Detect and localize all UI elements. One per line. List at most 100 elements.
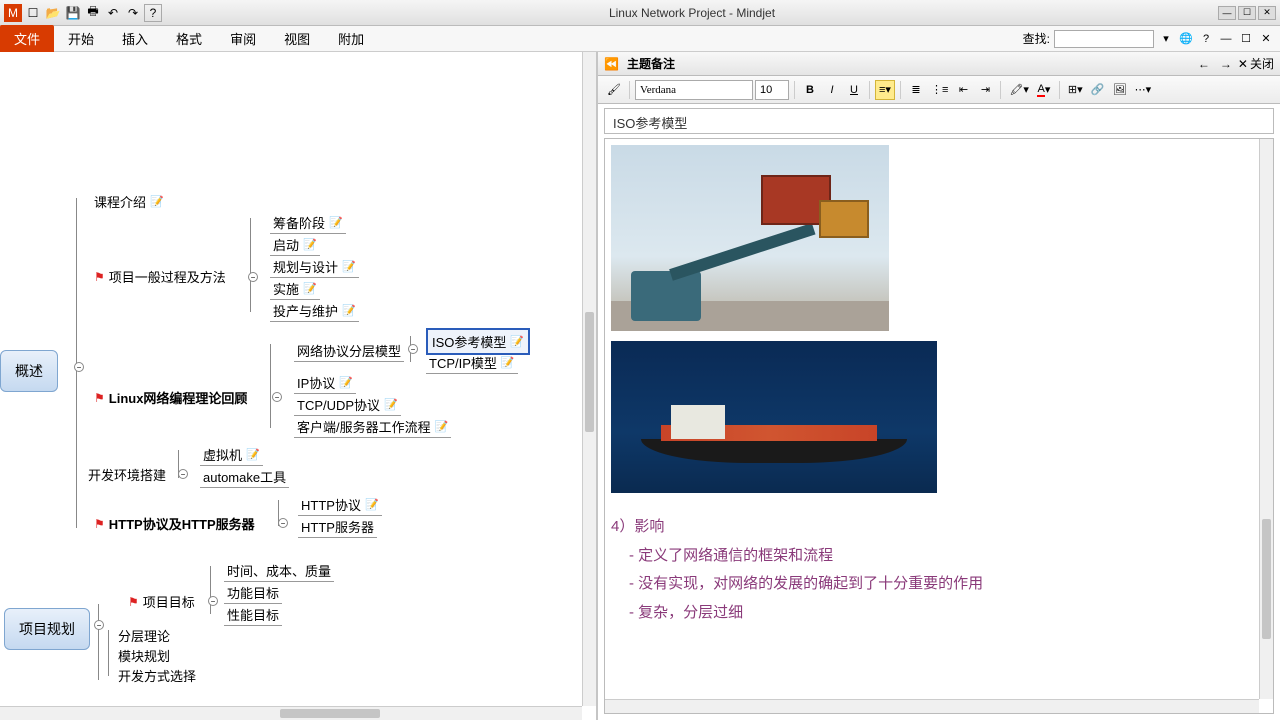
- tab-home[interactable]: 开始: [54, 25, 108, 52]
- help-icon[interactable]: ?: [144, 4, 162, 22]
- subnode-iso-selected[interactable]: ISO参考模型📝: [426, 328, 530, 355]
- indent-button[interactable]: ⇥: [975, 80, 995, 100]
- scrollbar-thumb[interactable]: [1262, 519, 1271, 639]
- subnode-ip[interactable]: IP协议📝: [294, 372, 356, 394]
- note-icon[interactable]: 📝: [150, 195, 164, 208]
- number-list-button[interactable]: ≣: [906, 80, 926, 100]
- note-icon[interactable]: 📝: [339, 376, 353, 389]
- italic-button[interactable]: I: [822, 80, 842, 100]
- new-icon[interactable]: ☐: [24, 4, 42, 22]
- more-button[interactable]: ⋯▾: [1132, 80, 1155, 100]
- ribbon-min-icon[interactable]: —: [1218, 31, 1234, 47]
- node-env[interactable]: 开发环境搭建: [88, 465, 166, 484]
- mindmap-scrollbar-vertical[interactable]: [582, 52, 596, 706]
- ribbon-close-icon[interactable]: ✕: [1258, 31, 1274, 47]
- subnode-prod[interactable]: 投产与维护📝: [270, 300, 359, 322]
- toggle-linux[interactable]: −: [272, 392, 282, 402]
- subnode-layer[interactable]: 网络协议分层模型: [294, 340, 404, 362]
- note-icon[interactable]: 📝: [501, 356, 515, 369]
- note-icon[interactable]: 📝: [303, 282, 317, 295]
- subnode-cs[interactable]: 客户端/服务器工作流程📝: [294, 416, 451, 438]
- note-icon[interactable]: 📝: [342, 304, 356, 317]
- subnode-vm[interactable]: 虚拟机📝: [200, 444, 263, 466]
- minimize-button[interactable]: —: [1218, 6, 1236, 20]
- note-icon[interactable]: 📝: [384, 398, 398, 411]
- close-button[interactable]: ✕: [1258, 6, 1276, 20]
- save-icon[interactable]: 💾: [64, 4, 82, 22]
- table-button[interactable]: ⊞▾: [1065, 80, 1086, 100]
- subnode-impl[interactable]: 实施📝: [270, 278, 320, 300]
- note-icon[interactable]: 📝: [510, 335, 524, 348]
- subnode-httpsrv[interactable]: HTTP服务器: [298, 516, 377, 538]
- root-plan[interactable]: 项目规划: [4, 608, 90, 650]
- toggle-http[interactable]: −: [278, 518, 288, 528]
- maximize-button[interactable]: ☐: [1238, 6, 1256, 20]
- scrollbar-thumb[interactable]: [280, 709, 380, 718]
- align-button[interactable]: ≡▾: [875, 80, 895, 100]
- ribbon-help-icon[interactable]: ?: [1198, 31, 1214, 47]
- toggle-plan[interactable]: −: [94, 620, 104, 630]
- subnode-tcpip[interactable]: TCP/IP模型📝: [426, 352, 518, 374]
- tab-insert[interactable]: 插入: [108, 25, 162, 52]
- open-icon[interactable]: 📂: [44, 4, 62, 22]
- mindmap-scrollbar-horizontal[interactable]: [0, 706, 582, 720]
- redo-icon[interactable]: ↷: [124, 4, 142, 22]
- image-button[interactable]: 🖼: [1110, 80, 1130, 100]
- note-icon[interactable]: 📝: [342, 260, 356, 273]
- tab-file[interactable]: 文件: [0, 25, 54, 52]
- toggle-layer[interactable]: −: [408, 344, 418, 354]
- mindmap-canvas[interactable]: 概述 − 课程介绍📝 ⚑项目一般过程及方法 − 筹备阶段📝 启动📝 规划与设计📝…: [0, 52, 596, 720]
- node-layerth[interactable]: 分层理论: [118, 626, 170, 645]
- notes-body[interactable]: 4）影响 - 定义了网络通信的框架和流程 - 没有实现，对网络的发展的确起到了十…: [604, 138, 1274, 714]
- node-process[interactable]: ⚑项目一般过程及方法: [94, 267, 226, 286]
- subnode-httpproto[interactable]: HTTP协议📝: [298, 494, 382, 516]
- toggle-env[interactable]: −: [178, 469, 188, 479]
- ribbon-max-icon[interactable]: ☐: [1238, 31, 1254, 47]
- subnode-time[interactable]: 时间、成本、质量: [224, 560, 334, 582]
- nav-back-button[interactable]: ←: [1194, 55, 1214, 73]
- tab-addin[interactable]: 附加: [324, 25, 378, 52]
- note-icon[interactable]: 📝: [329, 216, 343, 229]
- root-overview[interactable]: 概述: [0, 350, 58, 392]
- node-devmode[interactable]: 开发方式选择: [118, 666, 196, 685]
- tab-format[interactable]: 格式: [162, 25, 216, 52]
- tab-review[interactable]: 审阅: [216, 25, 270, 52]
- tab-view[interactable]: 视图: [270, 25, 324, 52]
- print-icon[interactable]: 🖶: [84, 4, 102, 22]
- search-dropdown-icon[interactable]: ▾: [1158, 31, 1174, 47]
- scrollbar-thumb[interactable]: [585, 312, 594, 432]
- search-input[interactable]: [1054, 30, 1154, 48]
- bold-button[interactable]: B: [800, 80, 820, 100]
- subnode-perf[interactable]: 性能目标: [224, 604, 282, 626]
- brush-icon[interactable]: 🖌: [604, 80, 624, 100]
- notes-close-button[interactable]: ✕关闭: [1238, 55, 1274, 73]
- search-web-icon[interactable]: 🌐: [1178, 31, 1194, 47]
- subnode-prep[interactable]: 筹备阶段📝: [270, 212, 346, 234]
- collapse-icon[interactable]: ⏪: [604, 57, 619, 71]
- link-button[interactable]: 🔗: [1088, 80, 1108, 100]
- note-icon[interactable]: 📝: [435, 420, 449, 433]
- undo-icon[interactable]: ↶: [104, 4, 122, 22]
- underline-button[interactable]: U: [844, 80, 864, 100]
- notes-scrollbar-vertical[interactable]: [1259, 139, 1273, 699]
- node-http[interactable]: ⚑HTTP协议及HTTP服务器: [94, 514, 255, 533]
- note-icon[interactable]: 📝: [246, 448, 260, 461]
- notes-scrollbar-horizontal[interactable]: [605, 699, 1259, 713]
- note-icon[interactable]: 📝: [365, 498, 379, 511]
- subnode-automake[interactable]: automake工具: [200, 466, 289, 488]
- toggle-goal[interactable]: −: [208, 596, 218, 606]
- node-module[interactable]: 模块规划: [118, 646, 170, 665]
- font-select[interactable]: [635, 80, 753, 100]
- subnode-plan[interactable]: 规划与设计📝: [270, 256, 359, 278]
- highlight-color-button[interactable]: 🖍▾: [1006, 80, 1032, 100]
- mindmap-panel[interactable]: 概述 − 课程介绍📝 ⚑项目一般过程及方法 − 筹备阶段📝 启动📝 规划与设计📝…: [0, 52, 598, 720]
- subnode-func[interactable]: 功能目标: [224, 582, 282, 604]
- outdent-button[interactable]: ⇤: [953, 80, 973, 100]
- font-color-button[interactable]: A▾: [1034, 80, 1054, 100]
- node-linux[interactable]: ⚑Linux网络编程理论回顾: [94, 388, 247, 407]
- node-goal[interactable]: ⚑项目目标: [128, 592, 195, 611]
- nav-fwd-button[interactable]: →: [1216, 55, 1236, 73]
- note-icon[interactable]: 📝: [303, 238, 317, 251]
- node-intro[interactable]: 课程介绍📝: [94, 192, 164, 211]
- toggle-process[interactable]: −: [248, 272, 258, 282]
